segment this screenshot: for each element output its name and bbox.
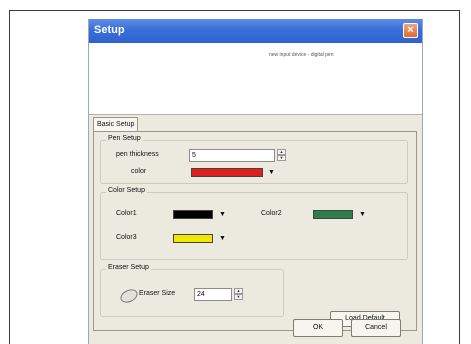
pen-color-dropdown-icon[interactable]: ▼ (268, 169, 275, 177)
color2-swatch[interactable] (313, 210, 353, 219)
pen-thickness-spinner[interactable]: ▲ ▼ (277, 149, 286, 161)
window-title: Setup (94, 24, 125, 36)
color3-dropdown-icon[interactable]: ▼ (219, 235, 226, 243)
eraser-size-input[interactable]: 24 (194, 288, 232, 301)
pen-setup-title: Pen Setup (106, 135, 143, 142)
color1-swatch[interactable] (173, 210, 213, 219)
color3-label: Color3 (116, 234, 137, 241)
title-bar[interactable]: Setup × (89, 19, 422, 43)
pen-setup-group: Pen Setup pen thickness 5 ▲ ▼ color ▼ (100, 135, 408, 184)
color-setup-title: Color Setup (106, 187, 147, 194)
color3-swatch[interactable] (173, 234, 213, 243)
banner-text: new input device - digital pen (269, 52, 334, 58)
ok-button[interactable]: OK (293, 319, 343, 337)
eraser-size-spinner[interactable]: ▲ ▼ (234, 288, 243, 300)
pen-color-swatch[interactable] (191, 168, 263, 177)
pen-thickness-input[interactable]: 5 (189, 149, 275, 162)
cancel-button[interactable]: Cancel (351, 319, 401, 337)
tab-basic-setup[interactable]: Basic Setup (93, 117, 139, 132)
color2-dropdown-icon[interactable]: ▼ (359, 211, 366, 219)
pen-color-label: color (131, 168, 147, 175)
color2-label: Color2 (261, 210, 282, 217)
spin-down-icon[interactable]: ▼ (234, 294, 243, 300)
close-button[interactable]: × (403, 23, 418, 38)
eraser-setup-title: Eraser Setup (106, 264, 151, 271)
setup-dialog: Setup × new input device - digital pen B… (88, 19, 423, 344)
basic-setup-panel: Pen Setup pen thickness 5 ▲ ▼ color ▼ Co… (93, 131, 417, 331)
color1-label: Color1 (116, 210, 137, 217)
color-setup-group: Color Setup Color1 ▼ Color2 ▼ Color3 ▼ (100, 187, 408, 260)
close-icon: × (407, 24, 414, 36)
eraser-icon (118, 286, 140, 306)
spin-down-icon[interactable]: ▼ (277, 155, 286, 161)
eraser-size-label: Eraser Size (139, 290, 176, 297)
eraser-setup-group: Eraser Setup Eraser Size 24 ▲ ▼ (100, 264, 284, 317)
header-banner: new input device - digital pen (89, 43, 422, 115)
pen-thickness-label: pen thickness (116, 151, 159, 158)
color1-dropdown-icon[interactable]: ▼ (219, 211, 226, 219)
